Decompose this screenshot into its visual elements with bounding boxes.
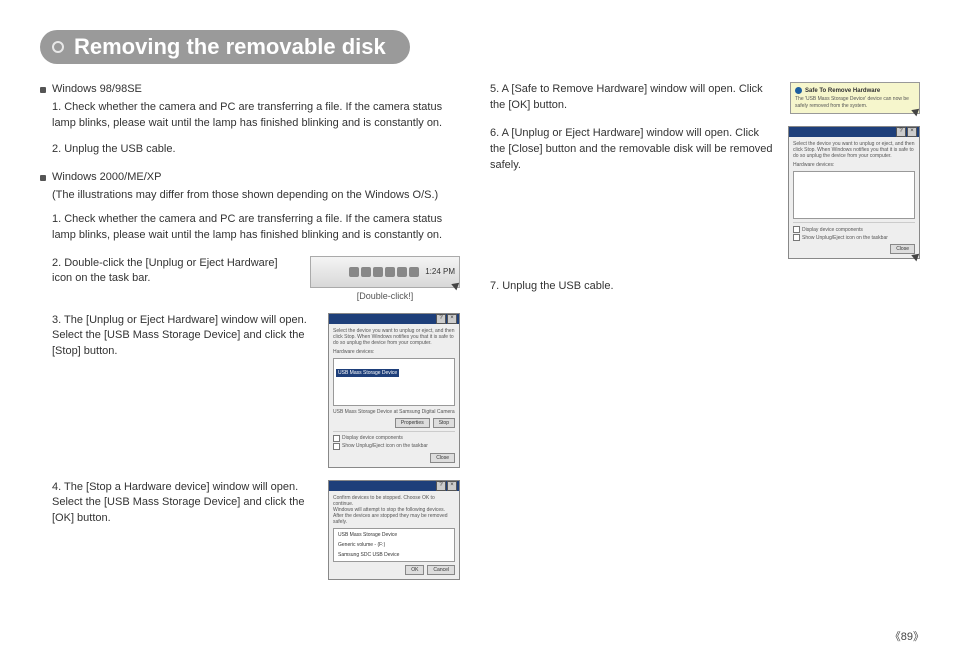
tray-icon	[361, 267, 371, 277]
section-win98-heading: Windows 98/98SE	[40, 82, 460, 98]
unplug-dialog-figure: ? × Select the device you want to unplug…	[328, 313, 460, 468]
device-item: Samsung SDC USB Device	[336, 551, 452, 560]
dialog-titlebar: ? ×	[329, 314, 459, 324]
safe-remove-figure: Safe To Remove Hardware The 'USB Mass St…	[790, 82, 920, 114]
device-description: USB Mass Storage Device at Samsung Digit…	[333, 409, 455, 415]
dialog-instruction: Select the device you want to unplug or …	[793, 141, 915, 159]
cursor-icon	[913, 107, 925, 119]
dialog-instruction: Select the device you want to unplug or …	[333, 328, 455, 346]
figure-caption: [Double-click!]	[310, 291, 460, 301]
square-bullet-icon	[40, 175, 46, 181]
dialog-label: Hardware devices:	[333, 349, 455, 355]
taskbar-figure: 1:24 PM [Double-click!]	[310, 256, 460, 301]
device-list	[793, 171, 915, 219]
step-text: 1. Check whether the camera and PC are t…	[52, 212, 460, 244]
step-4-row: 4. The [Stop a Hardware device] window w…	[40, 480, 460, 580]
step-7-row: 7. Unplug the USB cable.	[490, 279, 920, 295]
step-6-row: 6. A [Unplug or Eject Hardware] window w…	[490, 126, 920, 259]
step-text: 4. The [Stop a Hardware device] window w…	[40, 480, 316, 528]
device-list: USB Mass Storage Device	[333, 358, 455, 406]
step-text: 1. Check whether the camera and PC are t…	[52, 100, 460, 132]
dialog-titlebar: ? ×	[329, 481, 459, 491]
close-icon: ×	[447, 481, 457, 491]
checkbox-label: Display device components	[333, 435, 455, 442]
close-button: Close	[890, 244, 915, 254]
checkbox-label: Show Unplug/Eject icon on the taskbar	[333, 443, 455, 450]
close-icon: ×	[447, 314, 457, 324]
cursor-icon	[453, 281, 465, 293]
tray-icon	[397, 267, 407, 277]
dialog-titlebar: ? ×	[789, 127, 919, 137]
title-bullet-icon	[52, 41, 64, 53]
section-heading-text: Windows 98/98SE	[52, 82, 142, 98]
step-text: 5. A [Safe to Remove Hardware] window wi…	[490, 82, 778, 114]
right-column: 5. A [Safe to Remove Hardware] window wi…	[490, 82, 920, 592]
section-heading-text: Windows 2000/ME/XP	[52, 170, 161, 186]
page-title-bar: Removing the removable disk	[40, 30, 410, 64]
device-item: USB Mass Storage Device	[336, 531, 452, 540]
stop-device-dialog-figure: ? × Confirm devices to be stopped. Choos…	[328, 480, 460, 580]
help-icon: ?	[896, 127, 906, 137]
content-columns: Windows 98/98SE 1. Check whether the cam…	[40, 82, 924, 592]
step-text: 2. Unplug the USB cable.	[52, 142, 460, 158]
step-text: 6. A [Unplug or Eject Hardware] window w…	[490, 126, 776, 174]
page-title: Removing the removable disk	[74, 34, 386, 60]
step-5-row: 5. A [Safe to Remove Hardware] window wi…	[490, 82, 920, 114]
help-icon: ?	[436, 481, 446, 491]
balloon-text: The 'USB Mass Storage Device' device can…	[795, 96, 915, 109]
dialog-label: Hardware devices:	[793, 162, 915, 168]
step-3-row: 3. The [Unplug or Eject Hardware] window…	[40, 313, 460, 468]
dialog-instruction: Windows will attempt to stop the followi…	[333, 507, 455, 525]
section-win98-steps: 1. Check whether the camera and PC are t…	[40, 100, 460, 158]
tray-icon	[349, 267, 359, 277]
page-number: 《89》	[890, 628, 924, 644]
checkbox-label: Show Unplug/Eject icon on the taskbar	[793, 234, 915, 241]
close-button: Close	[430, 453, 455, 463]
section-winxp-steps: 1. Check whether the camera and PC are t…	[40, 212, 460, 244]
section-winxp-heading: Windows 2000/ME/XP	[40, 170, 460, 186]
step-text: 2. Double-click the [Unplug or Eject Har…	[40, 256, 298, 288]
taskbar-time: 1:24 PM	[425, 267, 455, 276]
device-item: Generic volume - (F:)	[336, 541, 452, 550]
step-text: 3. The [Unplug or Eject Hardware] window…	[40, 313, 316, 361]
step-text: 7. Unplug the USB cable.	[490, 279, 920, 295]
tray-icon	[409, 267, 419, 277]
balloon-title: Safe To Remove Hardware	[795, 87, 915, 94]
properties-button: Properties	[395, 418, 430, 428]
close-icon: ×	[907, 127, 917, 137]
section-note: (The illustrations may differ from those…	[40, 188, 460, 204]
taskbar-screenshot: 1:24 PM	[310, 256, 460, 288]
square-bullet-icon	[40, 87, 46, 93]
manual-page: Removing the removable disk Windows 98/9…	[0, 0, 954, 660]
tray-icon	[373, 267, 383, 277]
cancel-button: Cancel	[427, 565, 455, 575]
ok-button: OK	[405, 565, 424, 575]
tray-icon	[385, 267, 395, 277]
checkbox-label: Display device components	[793, 226, 915, 233]
device-item: USB Mass Storage Device	[336, 369, 399, 377]
unplug-dialog-figure-2: ? × Select the device you want to unplug…	[788, 126, 920, 259]
help-icon: ?	[436, 314, 446, 324]
cursor-icon	[913, 252, 925, 264]
dialog-instruction: Confirm devices to be stopped. Choose OK…	[333, 495, 455, 507]
left-column: Windows 98/98SE 1. Check whether the cam…	[40, 82, 460, 592]
device-list: USB Mass Storage Device Generic volume -…	[333, 528, 455, 562]
step-2-row: 2. Double-click the [Unplug or Eject Har…	[40, 256, 460, 301]
stop-button: Stop	[433, 418, 455, 428]
